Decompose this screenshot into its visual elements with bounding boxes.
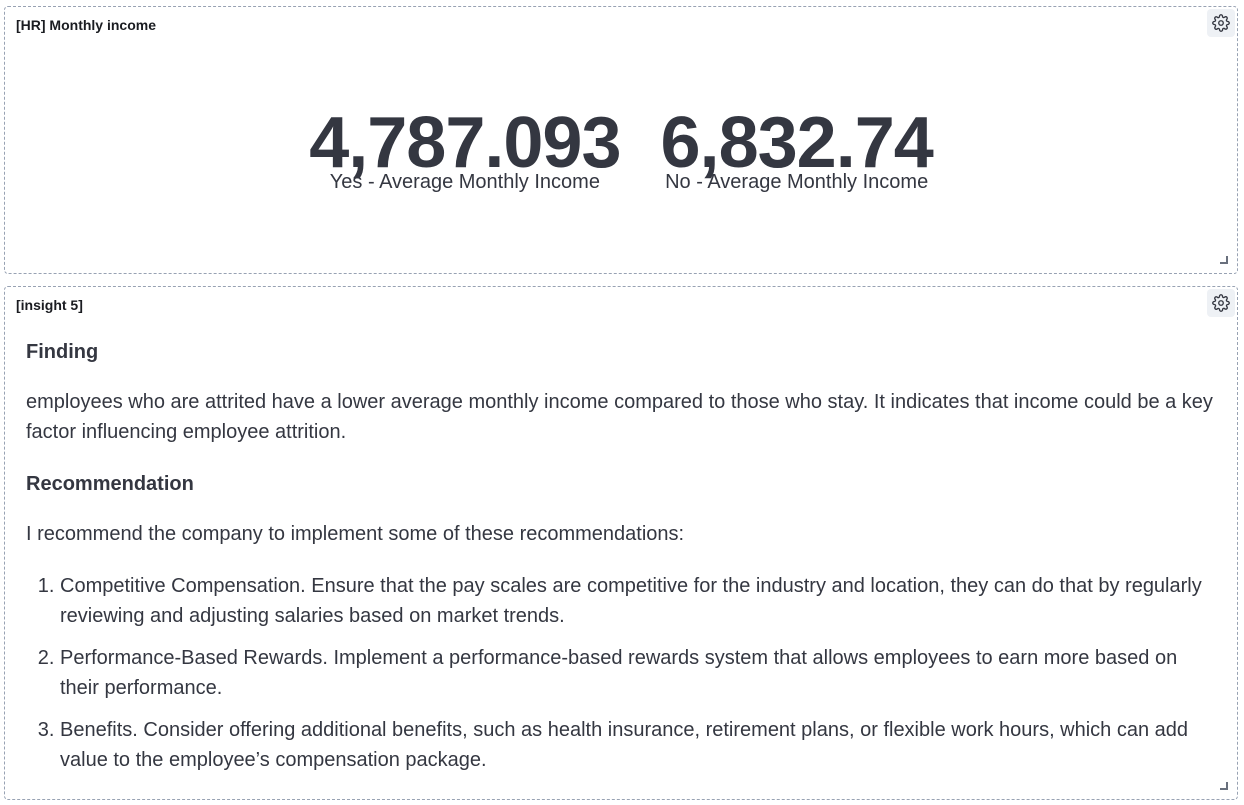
recommendation-heading: Recommendation (26, 473, 194, 495)
panel-options-button[interactable] (1207, 9, 1235, 37)
metric-yes: 4,787.093 Yes - Average Monthly Income (309, 103, 621, 193)
metric-value: 6,832.74 (660, 103, 934, 183)
list-item: Benefits. Consider offering additional b… (60, 715, 1221, 775)
panel-options-button[interactable] (1207, 289, 1235, 317)
gear-icon (1212, 14, 1230, 32)
metric-value: 4,787.093 (309, 103, 621, 183)
resize-handle-icon[interactable] (1220, 256, 1228, 264)
monthly-income-panel: [HR] Monthly income 4,787.093 Yes - Aver… (4, 6, 1238, 274)
finding-text: employees who are attrited have a lower … (26, 391, 1213, 443)
resize-handle-icon[interactable] (1220, 782, 1228, 790)
markdown-content: Finding employees who are attrited have … (26, 337, 1221, 787)
metric-label: Yes - Average Monthly Income (329, 171, 600, 193)
list-item: Competitive Compensation. Ensure that th… (60, 571, 1221, 631)
recommendation-intro: I recommend the company to implement som… (26, 523, 685, 545)
list-item: Performance-Based Rewards. Implement a p… (60, 643, 1221, 703)
metrics-row: 4,787.093 Yes - Average Monthly Income 6… (5, 107, 1237, 193)
metric-no: 6,832.74 No - Average Monthly Income (660, 103, 934, 193)
insight-panel: [insight 5] Finding employees who are at… (4, 286, 1238, 800)
panel-title: [HR] Monthly income (16, 17, 156, 33)
gear-icon (1212, 294, 1230, 312)
recommendation-list: Competitive Compensation. Ensure that th… (26, 571, 1221, 775)
finding-heading: Finding (26, 341, 99, 363)
panel-title: [insight 5] (16, 297, 83, 313)
metric-label: No - Average Monthly Income (665, 171, 929, 193)
